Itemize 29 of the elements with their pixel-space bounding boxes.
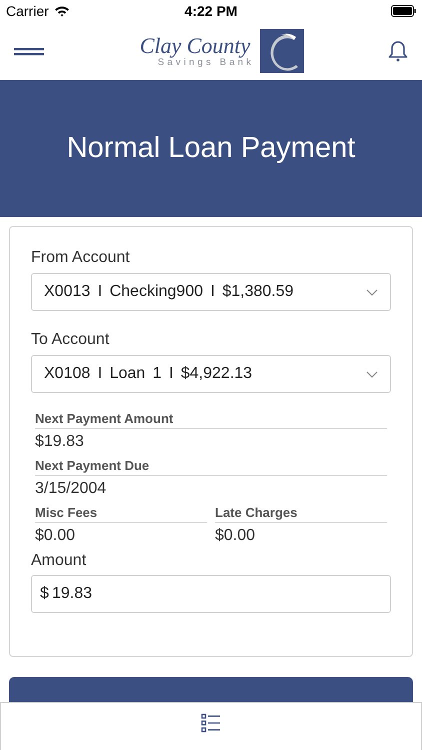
- carrier-label: Carrier: [6, 3, 49, 19]
- bank-name: Clay County: [140, 34, 250, 57]
- chevron-down-icon: [366, 370, 378, 378]
- currency-symbol: $: [40, 585, 49, 603]
- detail-value: $19.83: [35, 433, 85, 451]
- account-label: To Account: [31, 331, 110, 349]
- notifications-button[interactable]: [388, 40, 408, 62]
- detail-label: Late Charges: [215, 505, 387, 523]
- bank-subtitle: Savings Bank: [158, 58, 254, 68]
- detail-label: Misc Fees: [35, 505, 207, 523]
- battery-icon: [391, 5, 416, 17]
- detail-value: 3/15/2004: [35, 480, 108, 498]
- chevron-down-icon: [366, 288, 378, 296]
- page-title: Normal Loan Payment: [66, 132, 356, 165]
- wifi-icon: [54, 5, 70, 17]
- detail-value: $0.00: [35, 527, 76, 545]
- status-time: 4:22 PM: [184, 3, 238, 19]
- detail-label: Next Payment Amount: [35, 411, 387, 429]
- menu-icon: [14, 45, 44, 57]
- amount-label: Amount: [31, 552, 88, 570]
- account-select[interactable]: X0108 I Loan 1 I $4,922.13: [31, 355, 391, 393]
- detail-label: Next Payment Due: [35, 458, 387, 476]
- detail-value: $0.00: [215, 527, 256, 545]
- menu-button[interactable]: [14, 45, 44, 57]
- logo-icon: [260, 29, 304, 73]
- account-label: From Account: [31, 249, 131, 267]
- list-icon[interactable]: [201, 713, 221, 733]
- bell-icon: [388, 40, 408, 62]
- account-select[interactable]: X0013 I Checking900 I $1,380.59: [31, 273, 391, 311]
